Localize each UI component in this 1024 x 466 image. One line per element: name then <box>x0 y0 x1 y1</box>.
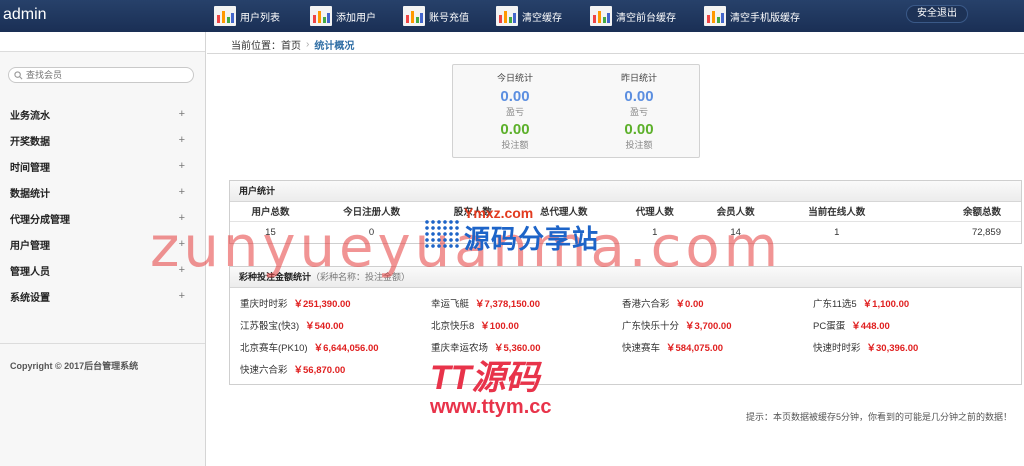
table-cell: 1 <box>652 226 658 238</box>
list-item: 北京赛车(PK10) ￥6,644,056.00 <box>240 343 379 354</box>
list-item: 广东快乐十分 ￥3,700.00 <box>622 321 732 332</box>
list-item: 快速六合彩 ￥56,870.00 <box>240 365 346 376</box>
table-cell <box>513 221 614 243</box>
nav-user-list[interactable]: 用户列表 <box>214 0 280 32</box>
expand-plus-icon: + <box>178 160 185 172</box>
breadcrumb-home[interactable]: 当前位置：首页 <box>231 37 301 52</box>
nav-recharge[interactable]: 账号充值 <box>403 0 469 32</box>
breadcrumb-separator-icon: › <box>306 39 310 50</box>
expand-plus-icon: + <box>178 134 185 146</box>
yesterday-bet-label: 投注额 <box>625 140 653 150</box>
column-header: 用户总数 <box>230 202 311 222</box>
column-header: 余额总数 <box>897 202 1021 222</box>
breadcrumb: 当前位置：首页 › 统计概况 <box>231 37 354 52</box>
table-row: 15 0 1 14 1 72,859 <box>230 221 1021 243</box>
table-cell: 0 <box>368 226 375 238</box>
chart-icon <box>403 6 425 26</box>
daily-stats-box: 今日统计 0.00 盈亏 0.00 投注额 昨日统计 0.00 盈亏 0.00 … <box>452 64 700 158</box>
sidebar-item-user-management[interactable]: 用户管理 + <box>0 231 205 257</box>
user-stats-table: 用户总数 今日注册人数 股东人数 总代理人数 代理人数 会员人数 当前在线人数 … <box>230 202 1021 243</box>
today-bet-label: 投注额 <box>501 140 529 150</box>
table-cell: 14 <box>730 226 741 238</box>
cache-tip-text: 提示：本页数据被缓存5分钟，你看到的可能是几分钟之前的数据！ <box>745 412 1012 422</box>
yesterday-profit-label: 盈亏 <box>629 107 648 117</box>
sidebar-menu: 业务流水 + 开奖数据 + 时间管理 + 数据统计 + 代理分成管理 + 用户管理 + 管理… <box>0 101 205 309</box>
sidebar-item-agent-commission[interactable]: 代理分成管理 + <box>0 205 205 231</box>
today-stats-title: 今日统计 <box>496 73 533 83</box>
chart-icon <box>310 6 332 26</box>
nav-clear-mobile-cache[interactable]: 清空手机版缓存 <box>704 0 800 32</box>
sidebar-item-data-statistics[interactable]: 数据统计 + <box>0 179 205 205</box>
list-item: 重庆时时彩 ￥251,390.00 <box>240 299 351 310</box>
expand-plus-icon: + <box>178 290 185 302</box>
sidebar-header-strip <box>0 32 205 52</box>
today-stats: 今日统计 0.00 盈亏 0.00 投注额 <box>453 71 577 154</box>
lottery-stats-panel: 彩种投注金额统计（彩种名称：投注金额） 重庆时时彩 ￥251,390.00 幸运飞… <box>229 266 1022 385</box>
member-search-box[interactable] <box>8 67 194 83</box>
chart-icon <box>590 6 612 26</box>
table-cell <box>432 221 513 243</box>
list-item: PC蛋蛋 ￥448.00 <box>813 321 890 332</box>
column-header: 股东人数 <box>432 202 514 222</box>
expand-plus-icon: + <box>178 186 185 198</box>
chart-icon <box>214 6 236 26</box>
sidebar-item-business-flow[interactable]: 业务流水 + <box>0 101 205 127</box>
table-cell: 1 <box>834 226 840 238</box>
expand-plus-icon: + <box>178 264 185 276</box>
sidebar-item-time-management[interactable]: 时间管理 + <box>0 153 205 179</box>
expand-plus-icon: + <box>178 238 185 250</box>
list-item: 快速时时彩 ￥30,396.00 <box>813 343 919 354</box>
breadcrumb-current: 统计概况 <box>314 41 355 52</box>
list-item: 北京快乐8 ￥100.00 <box>431 321 519 332</box>
nav-clear-front-cache[interactable]: 清空前台缓存 <box>590 0 676 32</box>
today-bet-value: 0.00 <box>500 121 530 138</box>
chart-icon <box>496 6 518 26</box>
sidebar-item-admin-staff[interactable]: 管理人员 + <box>0 257 205 283</box>
list-item: 快速赛车 ￥584,075.00 <box>622 343 724 354</box>
expand-plus-icon: + <box>178 108 185 120</box>
nav-add-user[interactable]: 添加用户 <box>310 0 376 32</box>
list-item: 江苏骰宝(快3) ￥540.00 <box>240 321 344 332</box>
nav-clear-cache[interactable]: 清空缓存 <box>496 0 562 32</box>
column-header: 总代理人数 <box>513 202 615 222</box>
expand-plus-icon: + <box>178 212 185 224</box>
brand-title: admin <box>3 6 47 23</box>
list-item: 重庆幸运农场 ￥5,360.00 <box>431 343 541 354</box>
yesterday-stats: 昨日统计 0.00 盈亏 0.00 投注额 <box>577 71 701 154</box>
chart-icon <box>704 6 726 26</box>
sidebar: 业务流水+ 开奖数据+ 时间管理+ 数据统计+ 代理分成管理+ 用户管理+ 管理… <box>0 32 206 466</box>
table-cell: 15 <box>265 226 276 238</box>
column-header: 代理人数 <box>614 202 696 222</box>
breadcrumb-bar: 当前位置：首页 › 统计概况 <box>207 32 1024 54</box>
logout-button[interactable]: 安全退出 <box>906 5 968 23</box>
copyright-text: Copyright © 2017后台管理系统 <box>10 361 139 371</box>
today-profit-label: 盈亏 <box>505 107 524 117</box>
yesterday-stats-title: 昨日统计 <box>620 73 657 83</box>
table-header-row: 用户总数 今日注册人数 股东人数 总代理人数 代理人数 会员人数 当前在线人数 … <box>230 202 1021 222</box>
column-header: 会员人数 <box>695 202 777 222</box>
list-item: 广东11选5 ￥1,100.00 <box>813 299 910 310</box>
search-icon <box>14 70 23 79</box>
sidebar-item-draw-data[interactable]: 开奖数据 + <box>0 127 205 153</box>
sidebar-divider <box>0 343 205 344</box>
lottery-list: 重庆时时彩 ￥251,390.00 幸运飞艇 ￥7,378,150.00 香港六合彩… <box>230 288 1021 384</box>
user-stats-title: 用户统计 <box>230 181 1021 202</box>
column-header: 当前在线人数 <box>776 202 898 222</box>
yesterday-bet-value: 0.00 <box>624 121 654 138</box>
column-header: 今日注册人数 <box>310 202 433 222</box>
sidebar-item-system-settings[interactable]: 系统设置 + <box>0 283 205 309</box>
member-search-input[interactable] <box>26 70 176 80</box>
yesterday-profit-value: 0.00 <box>624 88 654 105</box>
today-profit-value: 0.00 <box>500 88 530 105</box>
lottery-stats-subtitle: （彩种名称：投注金额） <box>311 272 411 282</box>
table-cell: 72,859 <box>971 226 1001 238</box>
user-stats-panel: 用户统计 用户总数 今日注册人数 股东人数 总代理人数 代理人数 会员人数 当前… <box>229 180 1022 244</box>
main-content: 当前位置：首页 › 统计概况 今日统计 0.00 盈亏 0.00 投注额 昨日统… <box>207 32 1024 466</box>
list-item: 幸运飞艇 ￥7,378,150.00 <box>431 299 540 310</box>
lottery-stats-title: 彩种投注金额统计（彩种名称：投注金额） <box>230 267 1021 288</box>
top-bar: admin 用户列表 添加用户 账号充值 清空缓存 清空前台缓存 清空手机版缓存… <box>0 0 1024 32</box>
list-item: 香港六合彩 ￥0.00 <box>622 299 704 310</box>
